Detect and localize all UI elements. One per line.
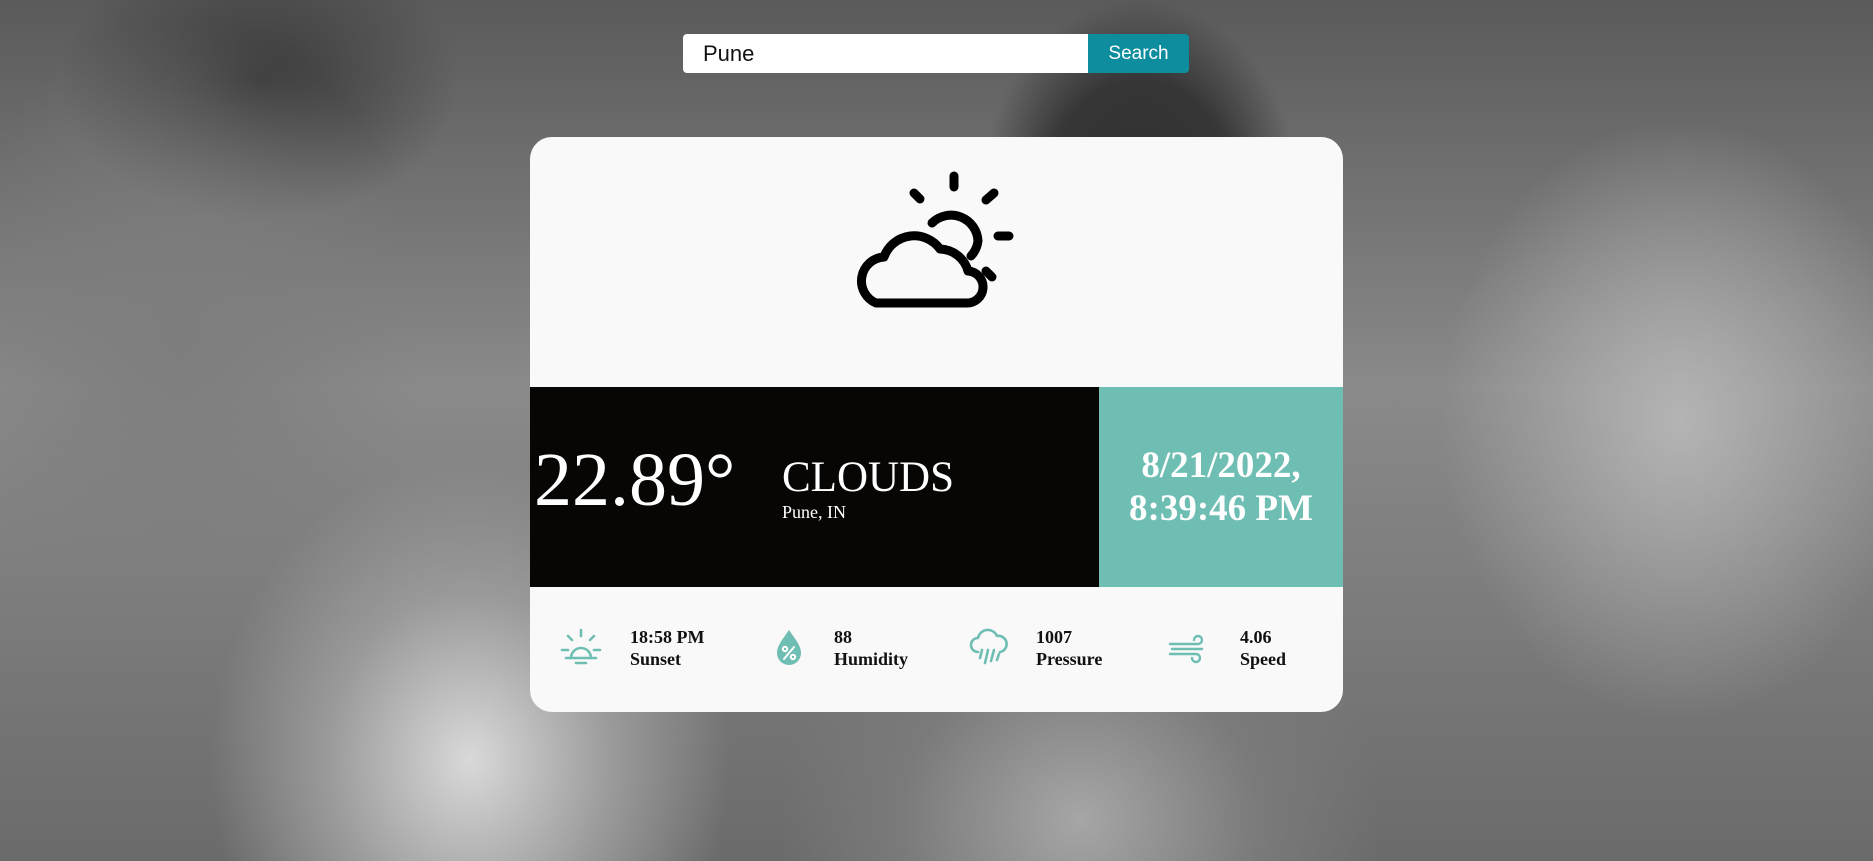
date-text: 8/21/2022, (1141, 445, 1301, 486)
stat-wind-speed: 4.06 Speed (1168, 587, 1343, 712)
humidity-value: 88 (834, 627, 852, 647)
weather-card: 22.89° Clouds Pune, IN 8/21/2022, 8:39:4… (530, 137, 1343, 712)
wind-speed-value: 4.06 (1240, 627, 1272, 647)
weather-summary-band: 22.89° Clouds Pune, IN 8/21/2022, 8:39:4… (530, 387, 1343, 587)
wind-speed-label: Speed (1240, 649, 1287, 669)
city-search-input[interactable] (683, 34, 1088, 73)
temperature-value: 22.89° (534, 438, 736, 522)
weather-icon-area (530, 137, 1343, 387)
datetime-panel: 8/21/2022, 8:39:46 PM (1099, 387, 1343, 587)
weather-stats-row: 18:58 PM Sunset 88 Humidity 1007 Pressur… (530, 587, 1343, 712)
sunset-label: Sunset (630, 649, 682, 669)
stat-sunset: 18:58 PM Sunset (560, 587, 760, 712)
time-text: 8:39:46 PM (1129, 488, 1313, 529)
search-bar: Search (683, 34, 1189, 73)
humidity-label: Humidity (834, 649, 909, 669)
wind-icon (1168, 634, 1204, 664)
stat-humidity: 88 Humidity (768, 587, 968, 712)
sunset-icon (560, 628, 602, 665)
partly-cloudy-icon (856, 171, 1014, 308)
pressure-value: 1007 (1036, 627, 1072, 647)
location-label: Pune, IN (782, 502, 846, 522)
sunset-value: 18:58 PM (630, 627, 705, 647)
search-button[interactable]: Search (1088, 34, 1189, 73)
pressure-rain-cloud-icon (969, 628, 1008, 665)
weather-condition: Clouds (782, 454, 955, 501)
humidity-icon (777, 630, 801, 665)
pressure-label: Pressure (1036, 649, 1103, 669)
stat-pressure: 1007 Pressure (968, 587, 1168, 712)
temperature-panel: 22.89° Clouds Pune, IN (530, 387, 1099, 587)
